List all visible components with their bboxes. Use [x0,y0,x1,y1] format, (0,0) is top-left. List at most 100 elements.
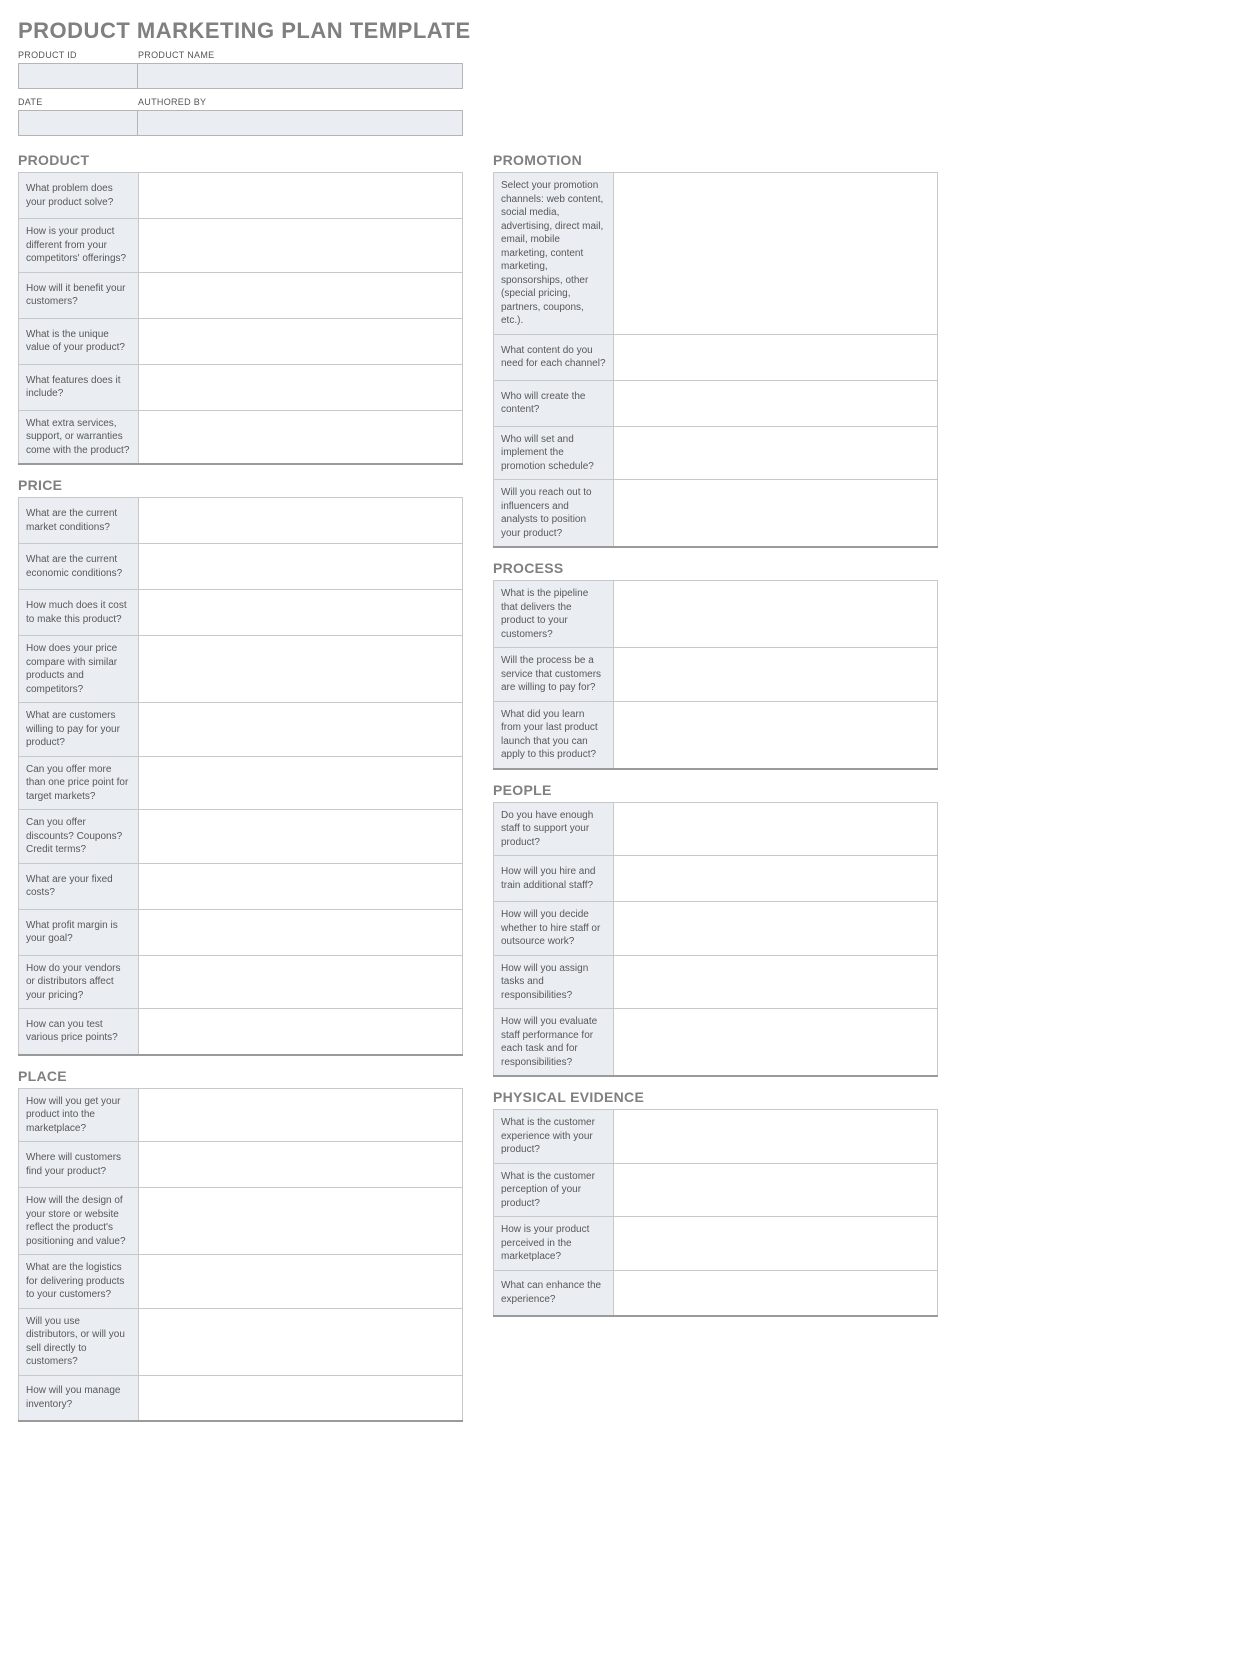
question-cell: What features does it include? [19,364,139,410]
table-row: What can enhance the experience? [494,1270,938,1316]
question-cell: How will it benefit your customers? [19,272,139,318]
answer-cell[interactable] [614,173,938,335]
question-cell: What can enhance the experience? [494,1270,614,1316]
question-cell: How will you get your product into the m… [19,1088,139,1142]
table-row: How is your product different from your … [19,219,463,273]
question-cell: Do you have enough staff to support your… [494,802,614,856]
question-cell: What problem does your product solve? [19,173,139,219]
table-row: What is the customer perception of your … [494,1163,938,1217]
question-cell: Who will set and implement the promotion… [494,426,614,480]
answer-cell[interactable] [139,219,463,273]
table-row: How can you test various price points? [19,1009,463,1055]
answer-cell[interactable] [614,802,938,856]
table-row: How will you hire and train additional s… [494,856,938,902]
question-cell: Where will customers find your product? [19,1142,139,1188]
answer-cell[interactable] [614,955,938,1009]
question-cell: Who will create the content? [494,380,614,426]
question-cell: What are your fixed costs? [19,863,139,909]
answer-cell[interactable] [139,1142,463,1188]
table-row: How will you manage inventory? [19,1375,463,1421]
section-table-people: Do you have enough staff to support your… [493,802,938,1078]
answer-cell[interactable] [139,498,463,544]
answer-cell[interactable] [614,856,938,902]
answer-cell[interactable] [139,1375,463,1421]
answer-cell[interactable] [614,1270,938,1316]
answer-cell[interactable] [614,581,938,648]
answer-cell[interactable] [139,1188,463,1255]
answer-cell[interactable] [139,636,463,703]
answer-cell[interactable] [139,756,463,810]
answer-cell[interactable] [139,1255,463,1309]
answer-cell[interactable] [139,1009,463,1055]
question-cell: Select your promotion channels: web cont… [494,173,614,335]
table-row: What features does it include? [19,364,463,410]
answer-cell[interactable] [139,1308,463,1375]
table-row: What are customers willing to pay for yo… [19,703,463,757]
answer-cell[interactable] [139,703,463,757]
section-heading-place: PLACE [18,1068,463,1084]
answer-cell[interactable] [139,410,463,464]
table-row: What are the logistics for delivering pr… [19,1255,463,1309]
table-row: What is the customer experience with you… [494,1110,938,1164]
table-row: What profit margin is your goal? [19,909,463,955]
meta-row-1: PRODUCT IDPRODUCT NAME [18,50,1221,89]
answer-cell[interactable] [139,810,463,864]
section-heading-product: PRODUCT [18,152,463,168]
section-table-promotion: Select your promotion channels: web cont… [493,172,938,548]
answer-cell[interactable] [139,590,463,636]
answer-cell[interactable] [614,480,938,548]
question-cell: Will you reach out to influencers and an… [494,480,614,548]
meta-input-product-id[interactable] [18,63,138,89]
answer-cell[interactable] [139,955,463,1009]
answer-cell[interactable] [139,364,463,410]
meta-input-authored-by[interactable] [138,110,463,136]
page-title: PRODUCT MARKETING PLAN TEMPLATE [18,18,1221,44]
answer-cell[interactable] [139,318,463,364]
question-cell: What content do you need for each channe… [494,334,614,380]
table-row: How does your price compare with similar… [19,636,463,703]
table-row: How will it benefit your customers? [19,272,463,318]
answer-cell[interactable] [614,1110,938,1164]
table-row: How is your product perceived in the mar… [494,1217,938,1271]
table-row: How will the design of your store or web… [19,1188,463,1255]
answer-cell[interactable] [614,648,938,702]
table-row: What is the pipeline that delivers the p… [494,581,938,648]
answer-cell[interactable] [139,544,463,590]
answer-cell[interactable] [139,863,463,909]
answer-cell[interactable] [614,426,938,480]
section-heading-people: PEOPLE [493,782,938,798]
answer-cell[interactable] [139,173,463,219]
answer-cell[interactable] [139,1088,463,1142]
table-row: How will you decide whether to hire staf… [494,902,938,956]
question-cell: What is the customer perception of your … [494,1163,614,1217]
answer-cell[interactable] [614,380,938,426]
columns: PRODUCT What problem does your product so… [18,150,1221,1422]
answer-cell[interactable] [614,1217,938,1271]
table-row: What are the current market conditions? [19,498,463,544]
question-cell: What extra services, support, or warrant… [19,410,139,464]
question-cell: What are customers willing to pay for yo… [19,703,139,757]
table-row: What did you learn from your last produc… [494,701,938,769]
question-cell: How much does it cost to make this produ… [19,590,139,636]
meta-input-product-name[interactable] [138,63,463,89]
question-cell: How can you test various price points? [19,1009,139,1055]
section-table-place: How will you get your product into the m… [18,1088,463,1423]
meta-label: DATE [18,97,138,107]
answer-cell[interactable] [614,334,938,380]
answer-cell[interactable] [139,272,463,318]
answer-cell[interactable] [614,902,938,956]
table-row: Will you reach out to influencers and an… [494,480,938,548]
question-cell: How is your product perceived in the mar… [494,1217,614,1271]
question-cell: How is your product different from your … [19,219,139,273]
table-row: Will the process be a service that custo… [494,648,938,702]
meta-input-date[interactable] [18,110,138,136]
answer-cell[interactable] [614,1163,938,1217]
table-row: Who will set and implement the promotion… [494,426,938,480]
answer-cell[interactable] [614,701,938,769]
answer-cell[interactable] [614,1009,938,1077]
answer-cell[interactable] [139,909,463,955]
section-table-price: What are the current market conditions? W… [18,497,463,1056]
table-row: How will you assign tasks and responsibi… [494,955,938,1009]
table-row: What content do you need for each channe… [494,334,938,380]
table-row: What extra services, support, or warrant… [19,410,463,464]
